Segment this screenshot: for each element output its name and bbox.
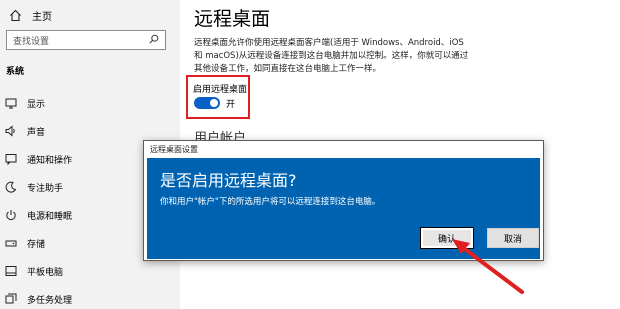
- storage-icon: [4, 236, 18, 250]
- dialog-message: 你和用户"帐户"下的所选用户将可以远程连接到这台电脑。: [160, 197, 381, 207]
- sidebar-item-notifications[interactable]: 通知和操作: [4, 150, 72, 168]
- search-icon[interactable]: [149, 34, 159, 47]
- power-icon: [4, 208, 18, 222]
- sidebar-item-label: 声音: [27, 127, 46, 138]
- sidebar-item-label: 电源和睡眠: [27, 211, 73, 222]
- sidebar-item-storage[interactable]: 存储: [4, 234, 45, 252]
- remote-desktop-toggle-label: 启用远程桌面: [193, 85, 248, 95]
- sidebar-item-focus-assist[interactable]: 专注助手: [4, 178, 63, 196]
- confirm-button[interactable]: 确认: [420, 227, 474, 249]
- sidebar-item-tablet[interactable]: 平板电脑: [4, 262, 63, 280]
- cancel-button[interactable]: 取消: [487, 228, 539, 248]
- sidebar-item-label: 平板电脑: [27, 267, 64, 278]
- description-line: 和 macOS)从远程设备连接到这台电脑并加以控制。这样，你就可以通过: [194, 51, 469, 61]
- dialog-title: 远程桌面设置: [150, 145, 198, 154]
- sidebar-item-label: 通知和操作: [27, 155, 73, 166]
- sidebar-item-display[interactable]: 显示: [4, 94, 45, 112]
- sidebar-item-label: 显示: [27, 99, 46, 110]
- search-input[interactable]: 查找设置: [6, 30, 166, 50]
- sidebar-item-label: 专注助手: [27, 183, 64, 194]
- notification-icon: [4, 152, 18, 166]
- moon-icon: [4, 180, 18, 194]
- monitor-icon: [4, 96, 18, 110]
- sidebar-item-multitasking[interactable]: 多任务处理: [4, 290, 72, 308]
- tablet-icon: [4, 264, 18, 278]
- sidebar-home-label: 主页: [32, 11, 52, 23]
- search-placeholder: 查找设置: [13, 36, 50, 47]
- remote-desktop-toggle[interactable]: [194, 97, 220, 109]
- toggle-knob: [210, 99, 218, 107]
- dialog-heading: 是否启用远程桌面?: [160, 171, 297, 190]
- home-icon: [8, 8, 22, 22]
- sidebar-item-label: 多任务处理: [27, 295, 73, 306]
- sidebar-item-power[interactable]: 电源和睡眠: [4, 206, 72, 224]
- toggle-state-text: 开: [226, 100, 236, 110]
- sidebar-item-label: 存储: [27, 239, 46, 250]
- sidebar-home[interactable]: 主页: [8, 7, 52, 23]
- page-title: 远程桌面: [194, 8, 271, 30]
- remote-desktop-settings-dialog: 远程桌面设置 是否启用远程桌面? 你和用户"帐户"下的所选用户将可以远程连接到这…: [143, 140, 544, 261]
- dialog-body: 是否启用远程桌面? 你和用户"帐户"下的所选用户将可以远程连接到这台电脑。 确认…: [147, 158, 540, 259]
- page-description: 远程桌面允许你使用远程桌面客户端(适用于 Windows、Android、iOS…: [194, 37, 484, 76]
- sidebar-section-title: 系统: [6, 67, 25, 77]
- description-line: 远程桌面允许你使用远程桌面客户端(适用于 Windows、Android、iOS: [194, 38, 464, 48]
- multitask-icon: [4, 292, 18, 306]
- speaker-icon: [4, 124, 18, 138]
- sidebar-item-sound[interactable]: 声音: [4, 122, 45, 140]
